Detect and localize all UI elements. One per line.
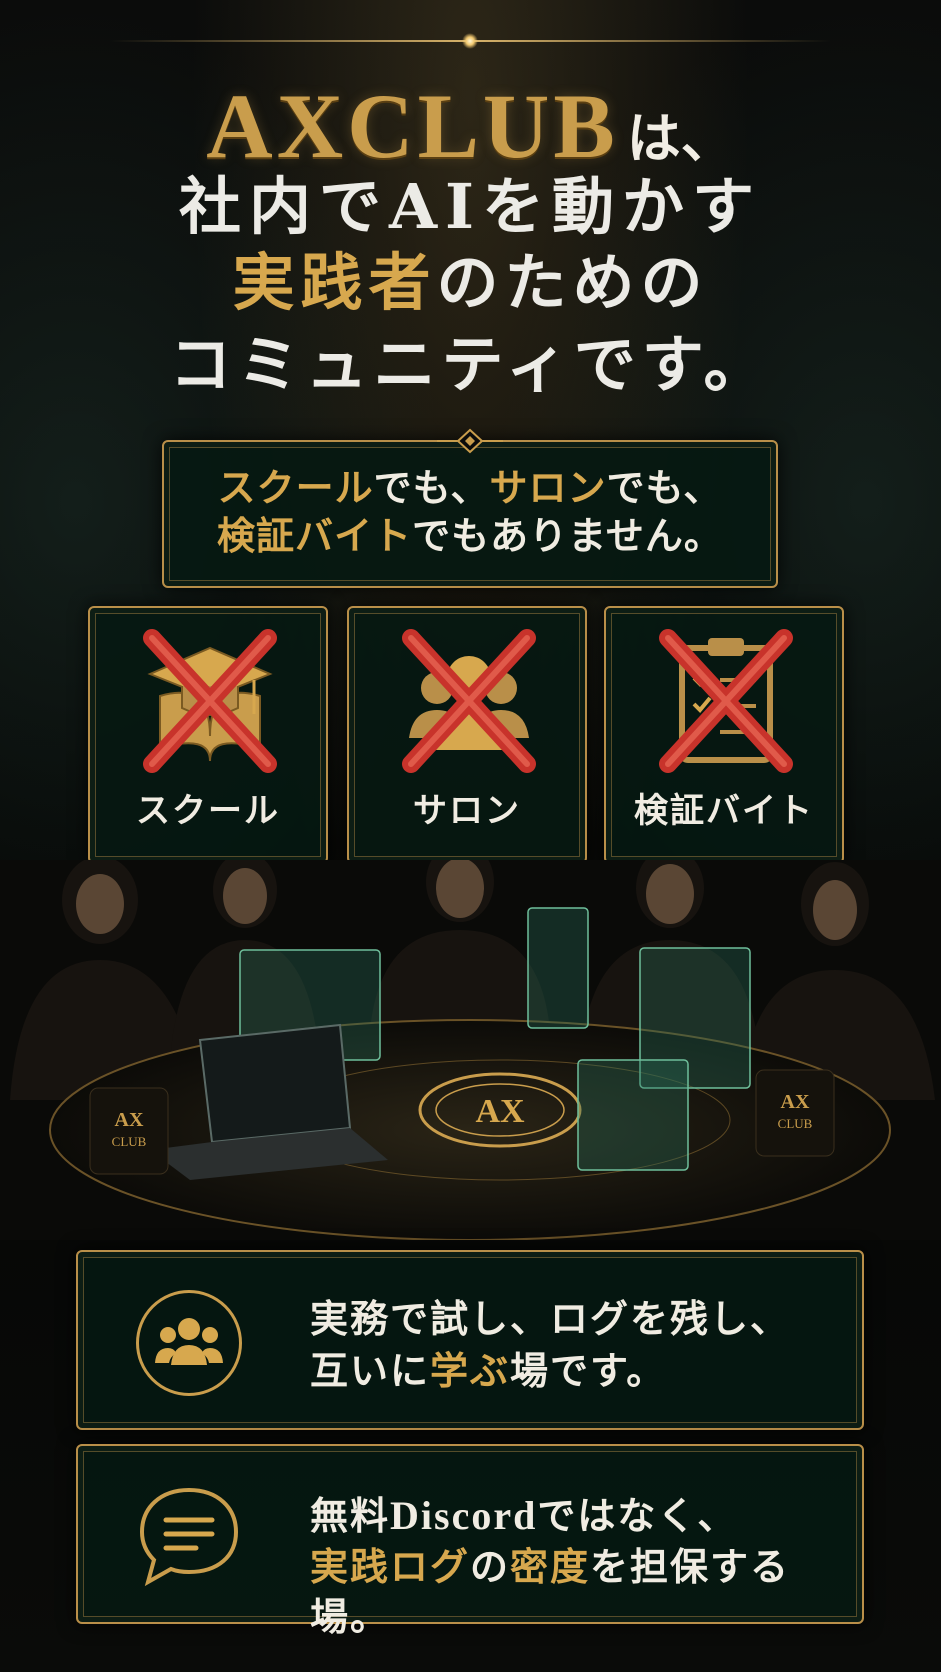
density-line-1: 無料Discordではなく、 bbox=[310, 1490, 737, 1543]
icon-frame bbox=[136, 1290, 242, 1396]
not-this-notice: スクールでも、サロンでも、 検証バイトでもありません。 bbox=[162, 428, 778, 588]
mug-left-sub: CLUB bbox=[112, 1134, 147, 1149]
light-sparkle bbox=[462, 33, 478, 49]
learning-highlight: 学ぶ bbox=[430, 1348, 511, 1393]
chat-bubble-icon bbox=[139, 1487, 239, 1587]
card-label: 検証バイト bbox=[634, 791, 814, 831]
notice-text: でも、 bbox=[606, 465, 723, 510]
notice-text: でもありません。 bbox=[412, 512, 723, 558]
learning-line-2: 互いに学ぶ場です。 bbox=[310, 1346, 666, 1396]
density-highlight: 密度 bbox=[510, 1544, 591, 1589]
card-school: スクール bbox=[88, 606, 328, 864]
notice-text: でも、 bbox=[373, 465, 490, 510]
people-icon bbox=[402, 629, 536, 773]
density-statement: 無料Discordではなく、 実践ログの密度を担保する場。 bbox=[76, 1444, 864, 1639]
learning-text: 互いに bbox=[310, 1348, 431, 1393]
brand-name: AXCLUB bbox=[206, 75, 619, 177]
graduation-book-icon bbox=[143, 629, 277, 773]
mug-left-logo: AX bbox=[115, 1109, 144, 1131]
mug-right-logo: AX bbox=[781, 1091, 810, 1113]
density-text: 無料 bbox=[310, 1493, 391, 1538]
learning-statement: 実務で試し、ログを残し、 互いに学ぶ場です。 bbox=[76, 1250, 864, 1430]
meeting-scene-illustration: AX AX CLUB AX CLUB bbox=[0, 860, 941, 1240]
headline-particle: は、 bbox=[626, 106, 735, 170]
discord-word: Discord bbox=[390, 1493, 538, 1538]
density-line-2: 実践ログの密度を担保する場。 bbox=[310, 1542, 862, 1642]
mug-right-sub: CLUB bbox=[778, 1116, 813, 1131]
headline-line-4: コミュニティです。 bbox=[169, 328, 772, 401]
notice-line-2: 検証バイトでもありません。 bbox=[164, 512, 776, 560]
card-label: サロン bbox=[413, 791, 521, 831]
notice-verification-job: 検証バイト bbox=[217, 512, 413, 558]
density-text: の bbox=[470, 1544, 511, 1589]
density-text: ではなく、 bbox=[537, 1493, 738, 1538]
headline-highlight: 実践者 bbox=[232, 246, 437, 319]
card-verification-job: 検証バイト bbox=[604, 606, 844, 864]
headline-line-2: 社内でAIを動かす bbox=[178, 170, 763, 243]
table-logo: AX bbox=[475, 1093, 525, 1130]
notice-salon: サロン bbox=[489, 465, 607, 510]
ornament-icon bbox=[437, 428, 503, 454]
headline-line-1: AXCLUB は、 bbox=[0, 80, 941, 172]
card-salon: サロン bbox=[347, 606, 587, 864]
headline-line-3-rest: のための bbox=[436, 246, 709, 319]
notice-school: スクール bbox=[217, 465, 374, 510]
card-label: スクール bbox=[136, 791, 280, 831]
headline-line-3: 実践者のための bbox=[0, 252, 941, 314]
group-people-icon bbox=[155, 1318, 223, 1365]
learning-line-1: 実務で試し、ログを残し、 bbox=[310, 1296, 791, 1341]
clipboard-checklist-icon bbox=[659, 629, 793, 773]
density-highlight: 実践ログ bbox=[310, 1544, 471, 1589]
learning-text: 場です。 bbox=[510, 1348, 667, 1393]
